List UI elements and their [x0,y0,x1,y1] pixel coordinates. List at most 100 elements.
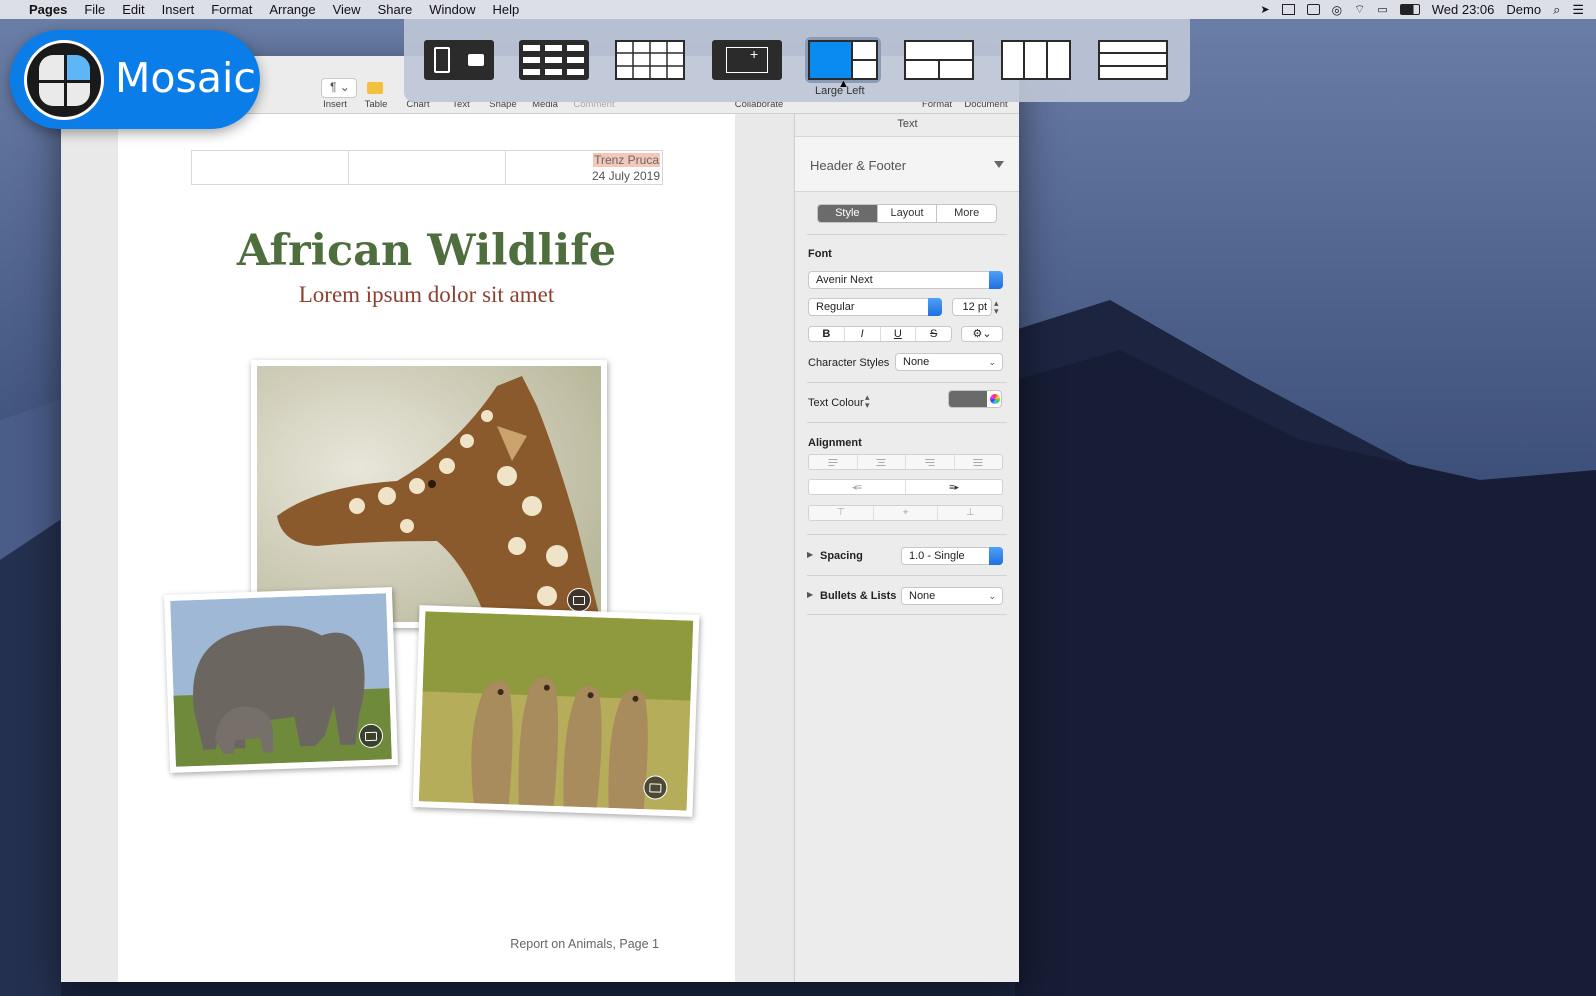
document-footer[interactable]: Report on Animals, Page 1 [510,937,659,951]
creative-cloud-icon[interactable]: ◎ [1332,3,1342,17]
header-author[interactable]: Trenz Pruca [593,153,660,167]
spacing-label[interactable]: Spacing [820,550,863,562]
menu-file[interactable]: File [84,2,105,17]
decrease-indent-icon[interactable]: ◂≡ [809,480,906,494]
giraffe-image [257,366,601,622]
menu-format[interactable]: Format [211,2,252,17]
colour-swatch [949,391,987,407]
menu-app-pages[interactable]: Pages [29,2,67,17]
menu-edit[interactable]: Edit [122,2,144,17]
text-options-button[interactable]: ⚙⌄ [961,326,1003,342]
font-style-value: Regular [816,301,855,313]
meerkats-photo[interactable] [412,605,700,817]
colour-wheel-icon [990,394,1000,404]
font-size-field[interactable]: 12 pt [952,298,992,316]
document-page[interactable]: Trenz Pruca 24 July 2019 African Wildlif… [118,114,735,982]
divider [807,382,1007,383]
popup-arrows-icon [928,298,942,316]
italic-button[interactable]: I [845,327,881,341]
bullets-lists-label[interactable]: Bullets & Lists [820,590,896,602]
menu-arrange[interactable]: Arrange [269,2,315,17]
resize-layout-icon[interactable]: + [712,40,782,80]
bullets-disclosure-icon[interactable]: ▶ [807,590,813,599]
document-subtitle[interactable]: Lorem ipsum dolor sit amet [118,282,735,308]
character-styles-popup[interactable]: None ⌄ [895,353,1003,371]
document-title[interactable]: African Wildlife [118,226,735,276]
font-style-popup[interactable]: Regular [808,298,942,316]
header-date[interactable]: 24 July 2019 [592,169,660,183]
rows-layout-icon[interactable] [1098,40,1168,80]
wifi-icon[interactable]: ⌔ [1354,2,1365,17]
bold-button[interactable]: B [809,327,845,341]
menu-window[interactable]: Window [429,2,475,17]
battery-icon[interactable] [1399,4,1420,15]
text-colour-label[interactable]: Text Colour [808,397,864,409]
table-button[interactable] [361,78,391,98]
clipboard-layout-icon[interactable] [424,40,494,80]
clock[interactable]: Wed 23:06 [1432,2,1495,17]
mosaic-menu-icon[interactable] [1281,4,1295,15]
mosaic-layout-panel: + ▲ [404,19,1190,102]
underline-button[interactable]: U [881,327,917,341]
spotlight-search-icon[interactable]: ⌕ [1553,2,1560,18]
split-vertical-layout-graphic [1001,40,1071,80]
toolbar-table-label: Table [364,99,388,110]
align-left-icon[interactable] [809,455,858,469]
format-inspector: Text Header & Footer Style Layout More F… [794,114,1019,982]
align-middle-icon[interactable]: ⌖ [874,506,939,520]
disclosure-triangle-icon[interactable] [994,161,1004,168]
align-center-icon[interactable] [858,455,906,469]
font-family-popup[interactable]: Avenir Next [808,271,1003,289]
screen-record-icon[interactable] [1306,4,1320,15]
header-cell-right[interactable]: Trenz Pruca 24 July 2019 [506,151,662,184]
alignment-label: Alignment [808,437,862,449]
grid-layout-dark-icon[interactable] [519,40,589,80]
split-horizontal-layout-graphic [904,40,974,80]
header-cell-center[interactable] [349,151,506,184]
bullets-popup[interactable]: None ⌄ [901,587,1003,605]
align-right-icon[interactable] [906,455,955,469]
paragraph-style-button[interactable]: ¶ ⌄ [321,78,357,98]
media-placeholder-icon[interactable] [567,588,591,612]
large-left-layout-graphic [808,40,878,80]
header-cell-left[interactable] [192,151,349,184]
divider [807,534,1007,535]
rows-layout-graphic [1098,40,1168,80]
header-footer-section[interactable]: Header & Footer [795,136,1019,192]
font-size-stepper-icon[interactable]: ▴ ▾ [994,299,999,316]
notification-center-icon[interactable]: ☰ [1572,2,1584,18]
strikethrough-button[interactable]: S [916,327,951,341]
colour-stepper-icon[interactable]: ▴ ▾ [865,393,870,410]
align-bottom-icon[interactable]: ⊥ [938,506,1002,520]
tab-style[interactable]: Style [818,205,878,222]
tab-layout[interactable]: Layout [878,205,938,222]
grid-layout-dark-graphic [523,45,584,75]
header-table[interactable]: Trenz Pruca 24 July 2019 [191,150,663,185]
elephant-photo[interactable] [163,587,399,773]
character-styles-value: None [903,356,930,368]
menu-view[interactable]: View [333,2,361,17]
vertical-alignment-buttons: ⊤ ⌖ ⊥ [808,505,1003,521]
increase-indent-icon[interactable]: ≡▸ [906,480,1002,494]
text-colour-well[interactable] [948,390,1002,408]
tab-more[interactable]: More [937,205,996,222]
horizontal-alignment-buttons [808,454,1003,470]
spacing-popup[interactable]: 1.0 - Single [901,547,1003,565]
split-horizontal-layout-icon[interactable] [904,40,974,80]
location-icon[interactable]: ➤ [1260,3,1269,16]
user-name[interactable]: Demo [1506,2,1541,17]
giraffe-photo[interactable] [251,360,607,628]
menu-share[interactable]: Share [378,2,413,17]
menu-help[interactable]: Help [493,2,520,17]
large-left-layout-icon[interactable] [808,40,878,80]
split-vertical-layout-icon[interactable] [1001,40,1071,80]
align-top-icon[interactable]: ⊤ [809,506,874,520]
grid-layout-light-icon[interactable] [615,40,685,80]
character-styles-label: Character Styles [808,357,890,369]
menu-insert[interactable]: Insert [162,2,195,17]
toolbar-insert-label: Insert [323,99,347,110]
document-canvas[interactable]: Trenz Pruca 24 July 2019 African Wildlif… [61,114,793,982]
spacing-disclosure-icon[interactable]: ▶ [807,550,813,559]
justify-icon[interactable] [955,455,1003,469]
airplay-icon[interactable]: ▭ [1377,3,1387,16]
